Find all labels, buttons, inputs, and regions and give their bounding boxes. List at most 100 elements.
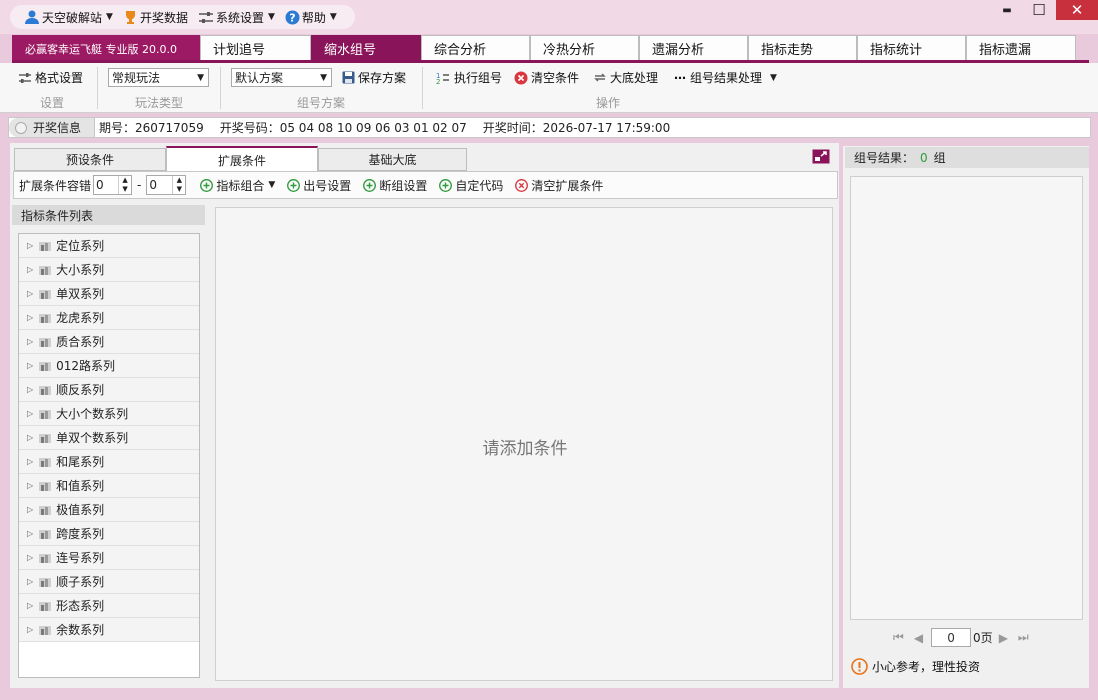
list-item[interactable]: ▷ 012路系列 [19, 354, 199, 378]
tolerance-min-value: 0 [96, 178, 104, 192]
expand-arrow-icon[interactable]: ▷ [27, 625, 33, 634]
tab-brand[interactable]: 必赢客幸运飞艇 专业版 20.0.0 [12, 35, 200, 61]
execute-button[interactable]: 12 执行组号 [436, 69, 502, 86]
list-item[interactable]: ▷ 和值系列 [19, 474, 199, 498]
user-menu[interactable]: 天空破解站 ▼ [24, 9, 113, 26]
format-settings-button[interactable]: 格式设置 [18, 69, 83, 86]
page-input[interactable]: 0 [931, 628, 972, 647]
expand-arrow-icon[interactable]: ▷ [27, 409, 33, 418]
list-item[interactable]: ▷ 大小个数系列 [19, 402, 199, 426]
expand-arrow-icon[interactable]: ▷ [27, 457, 33, 466]
custom-code-label: 自定代码 [455, 178, 504, 193]
more-icon: ⋯ [674, 70, 686, 85]
list-item[interactable]: ▷ 大小系列 [19, 258, 199, 282]
conditions-work-area[interactable]: 请添加条件 [215, 207, 833, 681]
chevron-down-icon: ▼ [329, 12, 337, 22]
expand-arrow-icon[interactable]: ▷ [27, 433, 33, 442]
clear-extended-button[interactable]: 清空扩展条件 [515, 177, 603, 194]
output-settings-button[interactable]: 出号设置 [287, 177, 351, 194]
system-settings-label: 系统设置 [215, 10, 264, 25]
expand-icon[interactable] [812, 149, 830, 164]
spinner-arrows-icon[interactable]: ▲ ▼ [172, 176, 185, 194]
list-item[interactable]: ▷ 单双系列 [19, 282, 199, 306]
help-icon: ? [285, 10, 300, 24]
divider [220, 67, 221, 109]
clear-conditions-button[interactable]: 清空条件 [514, 69, 579, 86]
expand-arrow-icon[interactable]: ▷ [27, 385, 33, 394]
expand-arrow-icon[interactable]: ▷ [27, 505, 33, 514]
divider [422, 67, 423, 109]
list-item[interactable]: ▷ 定位系列 [19, 234, 199, 258]
system-settings-menu[interactable]: 系统设置 ▼ [198, 9, 275, 26]
expand-arrow-icon[interactable]: ▷ [27, 313, 33, 322]
first-page-icon[interactable]: ⏮ [893, 630, 904, 645]
last-page-icon[interactable]: ⏭ [1018, 630, 1029, 645]
list-item[interactable]: ▷ 极值系列 [19, 498, 199, 522]
tab-preset[interactable]: 预设条件 [14, 148, 166, 171]
list-item[interactable]: ▷ 质合系列 [19, 330, 199, 354]
tab-shrink[interactable]: 缩水组号 [311, 35, 421, 61]
next-page-icon[interactable]: ▶ [999, 631, 1008, 645]
minimize-button[interactable]: ▬ [996, 0, 1018, 20]
list-item[interactable]: ▷ 顺子系列 [19, 570, 199, 594]
scheme-select[interactable]: 默认方案 ▼ [231, 68, 332, 87]
expand-arrow-icon[interactable]: ▷ [27, 361, 33, 370]
list-item[interactable]: ▷ 龙虎系列 [19, 306, 199, 330]
list-item[interactable]: ▷ 跨度系列 [19, 522, 199, 546]
clear-icon [514, 71, 528, 84]
tab-plan[interactable]: 计划追号 [200, 35, 311, 61]
tab-base[interactable]: 基础大底 [318, 148, 467, 171]
base-process-button[interactable]: 大底处理 [593, 69, 658, 86]
list-item[interactable]: ▷ 顺反系列 [19, 378, 199, 402]
result-list[interactable] [850, 176, 1083, 620]
expand-arrow-icon[interactable]: ▷ [27, 241, 33, 250]
expand-arrow-icon[interactable]: ▷ [27, 553, 33, 562]
help-menu[interactable]: ? 帮助 ▼ [285, 9, 337, 26]
result-process-button[interactable]: ⋯ 组号结果处理 ▼ [674, 69, 777, 86]
break-settings-button[interactable]: 断组设置 [363, 177, 427, 194]
folder-icon [39, 337, 52, 347]
spinner-arrows-icon[interactable]: ▲ ▼ [118, 176, 131, 194]
prev-page-icon[interactable]: ◀ [914, 631, 923, 645]
folder-icon [39, 433, 52, 443]
list-item[interactable]: ▷ 单双个数系列 [19, 426, 199, 450]
expand-arrow-icon[interactable]: ▷ [27, 601, 33, 610]
chevron-down-icon: ▼ [267, 12, 275, 22]
indicator-list: ▷ 定位系列 ▷ 大小系列 ▷ 单双系列 ▷ 龙虎系列 ▷ 质合系列 ▷ 012路系列 ▷ 顺反系列 ▷ 大小… [18, 233, 200, 678]
maximize-button[interactable]: ☐ [1028, 0, 1050, 20]
tab-omission[interactable]: 遗漏分析 [639, 35, 748, 61]
expand-arrow-icon[interactable]: ▷ [27, 337, 33, 346]
tab-indicator-stats[interactable]: 指标统计 [857, 35, 966, 61]
draw-info-label-box: 开奖信息 [9, 118, 95, 137]
play-type-select[interactable]: 常规玩法 ▼ [108, 68, 209, 87]
tolerance-min-spinner[interactable]: 0 ▲ ▼ [93, 175, 133, 195]
tolerance-label: 扩展条件容错 [19, 178, 92, 193]
list-item-label: 余数系列 [56, 623, 105, 637]
expand-arrow-icon[interactable]: ▷ [27, 577, 33, 586]
list-item[interactable]: ▷ 形态系列 [19, 594, 199, 618]
clear-icon [515, 178, 529, 192]
list-item[interactable]: ▷ 和尾系列 [19, 450, 199, 474]
user-menu-label: 天空破解站 [42, 10, 103, 25]
tab-indicator-trend[interactable]: 指标走势 [748, 35, 857, 61]
list-item[interactable]: ▷ 连号系列 [19, 546, 199, 570]
pager: ⏮ ◀ 0 0页 ▶ ⏭ [893, 628, 1029, 647]
close-button[interactable]: ✕ [1056, 0, 1098, 20]
folder-icon [39, 601, 52, 611]
refresh-icon [594, 73, 606, 82]
tab-hotcold[interactable]: 冷热分析 [530, 35, 639, 61]
draw-data-menu[interactable]: 开奖数据 [123, 9, 188, 26]
indicator-list-header: 指标条件列表 [12, 205, 205, 225]
tab-extended[interactable]: 扩展条件 [166, 146, 318, 172]
tab-overall[interactable]: 综合分析 [421, 35, 530, 61]
list-item[interactable]: ▷ 余数系列 [19, 618, 199, 642]
save-scheme-button[interactable]: 保存方案 [342, 69, 406, 86]
expand-arrow-icon[interactable]: ▷ [27, 265, 33, 274]
expand-arrow-icon[interactable]: ▷ [27, 529, 33, 538]
expand-arrow-icon[interactable]: ▷ [27, 481, 33, 490]
expand-arrow-icon[interactable]: ▷ [27, 289, 33, 298]
tolerance-max-spinner[interactable]: 0 ▲ ▼ [146, 175, 187, 195]
indicator-combo-button[interactable]: 指标组合 ▼ [200, 177, 275, 194]
custom-code-button[interactable]: 自定代码 [439, 177, 503, 194]
tab-indicator-omission[interactable]: 指标遗漏 [966, 35, 1076, 61]
